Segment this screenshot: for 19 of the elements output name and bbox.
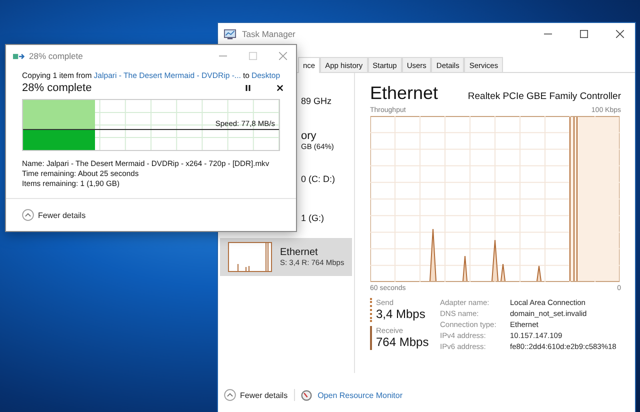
- mini-graph-icon: [228, 242, 272, 272]
- close-icon[interactable]: [616, 30, 624, 38]
- sidebar-item-title: Ethernet: [280, 247, 319, 258]
- fewer-details-button[interactable]: Fewer details: [22, 209, 86, 221]
- progress-status: 28% complete: [22, 82, 93, 94]
- cancel-icon[interactable]: [277, 85, 283, 91]
- gauge-icon: [300, 390, 312, 400]
- window-title: 28% complete: [29, 51, 83, 61]
- copy-icon: [13, 52, 25, 60]
- chevron-up-icon: [224, 389, 236, 401]
- section-heading: Ethernet: [370, 83, 438, 104]
- open-resource-monitor-link[interactable]: Open Resource Monitor: [318, 390, 403, 400]
- monitor-icon: [224, 28, 236, 40]
- adapter-name: Realtek PCIe GBE Family Controller: [468, 91, 621, 102]
- maximize-icon[interactable]: [580, 30, 588, 38]
- chevron-up-icon: [22, 209, 34, 221]
- window-title: Task Manager: [242, 29, 296, 39]
- fewer-details-button[interactable]: Fewer details: [224, 389, 288, 401]
- pause-icon[interactable]: [245, 85, 251, 91]
